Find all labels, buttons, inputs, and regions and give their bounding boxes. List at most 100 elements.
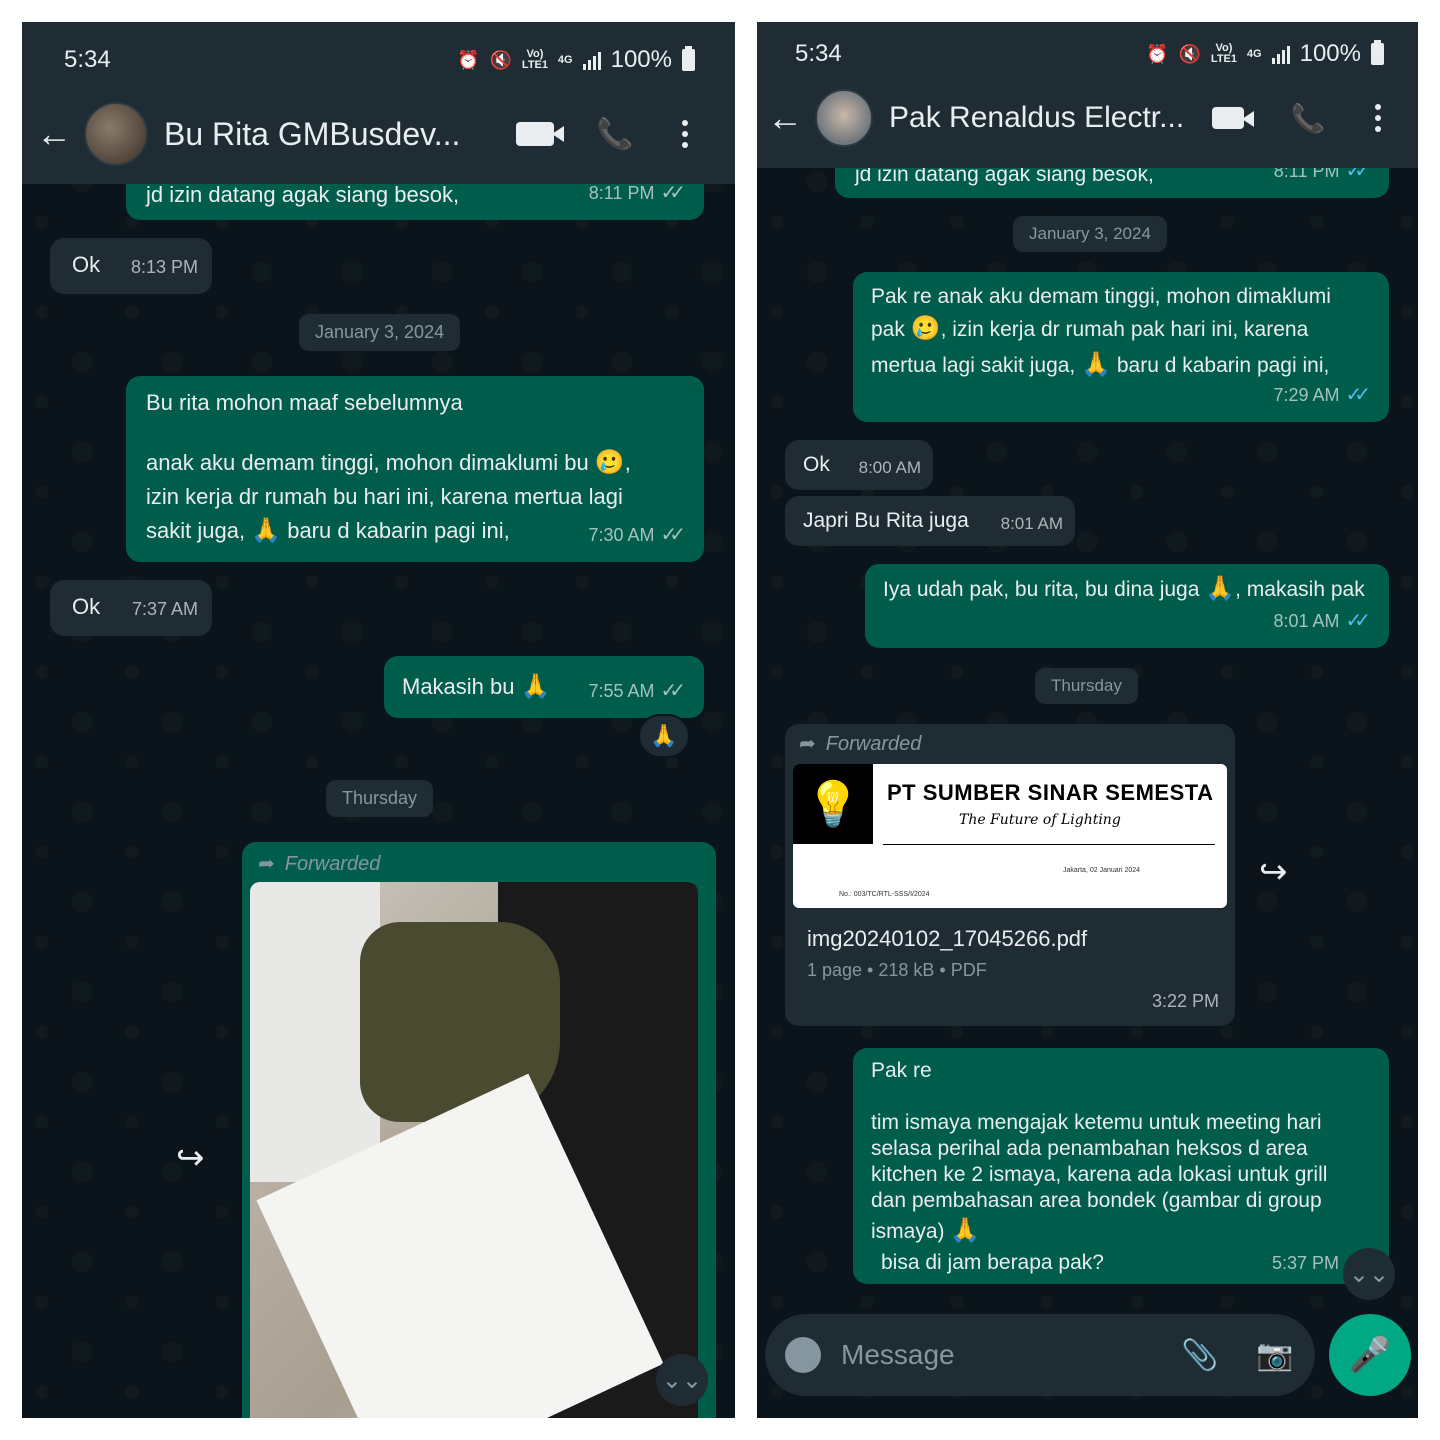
double-check-icon: ✓✓: [660, 680, 685, 702]
status-time: 5:34: [795, 40, 842, 67]
forwarded-document-message[interactable]: ➦ Forwarded 💡 PT SUMBER SINAR SEMESTA Th…: [785, 724, 1235, 1026]
message-text: mertua lagi sakit juga,: [871, 354, 1076, 377]
voice-message-button[interactable]: 🎤: [1329, 1314, 1411, 1396]
message-text: Iya udah pak, bu rita, bu dina juga: [883, 578, 1200, 601]
document-preview[interactable]: 💡 PT SUMBER SINAR SEMESTA The Future of …: [793, 764, 1227, 908]
back-arrow-icon[interactable]: ←: [767, 97, 815, 139]
scroll-down-button[interactable]: ⌄⌄: [1343, 1248, 1395, 1300]
app-header: 5:34 ⏰ 🔇 Vo) LTE1 4G 100% ← Pak Renaldus…: [757, 22, 1418, 168]
status-time: 5:34: [64, 46, 111, 73]
message-time: 8:01 AM: [1000, 514, 1063, 533]
message-time: 7:37 AM: [131, 599, 198, 619]
lightbulb-logo-icon: 💡: [793, 764, 873, 844]
video-camera-icon: [516, 122, 564, 146]
forwarded-label: Forwarded: [825, 733, 922, 755]
reaction-badge[interactable]: 🙏: [638, 714, 690, 758]
doc-meta: 1 page • 218 kB • PDF: [807, 960, 987, 980]
doc-divider: [883, 844, 1215, 845]
forward-icon: ➦: [799, 733, 816, 755]
message-text: tim ismaya mengajak ketemu untuk meeting…: [871, 1111, 1322, 1134]
message-bubble[interactable]: Ok 7:37 AM: [50, 580, 212, 636]
camera-icon[interactable]: 📷: [1235, 1338, 1315, 1373]
message-text: baru d kabarin pagi ini,: [287, 518, 510, 543]
message-bubble[interactable]: Bu rita mohon maaf sebelumnya anak aku d…: [126, 376, 704, 562]
share-icon[interactable]: ↪: [176, 1138, 205, 1178]
message-text: baru d kabarin pagi ini,: [1116, 354, 1330, 377]
date-separator: January 3, 2024: [299, 314, 461, 351]
message-bubble[interactable]: Pak re tim ismaya mengajak ketemu untuk …: [853, 1048, 1389, 1284]
phone-icon: 📞: [1290, 102, 1326, 134]
share-icon[interactable]: ↪: [1259, 852, 1288, 892]
message-text: , izin kerja dr rumah pak hari ini, kare…: [940, 318, 1309, 341]
chevron-down-icon: ⌄⌄: [661, 1366, 703, 1394]
message-text: bisa di jam berapa pak?: [881, 1251, 1104, 1274]
attach-icon[interactable]: 📎: [1165, 1338, 1235, 1373]
voice-call-button[interactable]: 📞: [1268, 102, 1348, 135]
voice-call-button[interactable]: 📞: [575, 117, 655, 152]
volte-indicator: Vo) LTE1: [521, 48, 548, 71]
video-call-button[interactable]: [1188, 107, 1268, 129]
praying-hands-icon: 🙏: [1205, 575, 1236, 602]
emoji-icon[interactable]: [785, 1337, 821, 1373]
message-text: dan pembahasan area bondek (gambar di gr…: [871, 1189, 1322, 1212]
contact-name[interactable]: Pak Renaldus Electr...: [889, 101, 1188, 135]
date-separator: Thursday: [1035, 668, 1138, 704]
message-text: Ok: [72, 252, 101, 277]
praying-hands-icon: 🙏: [650, 723, 678, 748]
message-text: selasa perihal ada penambahan heksos d a…: [871, 1137, 1308, 1160]
praying-hands-icon: 🙏: [251, 517, 282, 544]
message-composer[interactable]: Message 📎 📷: [765, 1314, 1315, 1396]
message-text: sakit juga,: [146, 518, 246, 543]
phone-icon: 📞: [596, 117, 634, 151]
double-check-read-icon: ✓✓: [1345, 384, 1370, 406]
chevron-down-icon: ⌄⌄: [1348, 1260, 1390, 1288]
avatar[interactable]: [815, 89, 873, 147]
double-check-icon: ✓✓: [660, 524, 685, 546]
right-screenshot: jd izin datang agak siang besok, 8:11 PM…: [757, 22, 1418, 1418]
message-bubble[interactable]: Japri Bu Rita juga 8:01 AM: [785, 496, 1075, 546]
message-text: ismaya): [871, 1220, 945, 1243]
message-bubble[interactable]: Ok 8:13 PM: [50, 238, 212, 294]
doc-number: No.: 003/TC/RTL-SSS/I/2024: [839, 891, 930, 898]
message-text: Ok: [72, 594, 101, 619]
message-time: 7:55 AM: [588, 681, 655, 701]
video-call-button[interactable]: [495, 122, 575, 146]
forwarded-image-message[interactable]: ➦ Forwarded: [242, 842, 716, 1418]
chat-header: ← Pak Renaldus Electr... 📞: [757, 78, 1418, 158]
message-bubble[interactable]: Pak re anak aku demam tinggi, mohon dima…: [853, 272, 1389, 422]
forward-icon: ➦: [258, 853, 275, 875]
contact-name[interactable]: Bu Rita GMBusdev...: [164, 116, 495, 153]
status-bar: 5:34 ⏰ 🔇 Vo) LTE1 4G 100%: [22, 46, 735, 82]
doc-place-date: Jakarta, 02 Januari 2024: [1063, 867, 1141, 874]
alarm-icon: ⏰: [457, 49, 480, 70]
back-arrow-icon[interactable]: ←: [36, 113, 84, 155]
message-text: Pak re: [871, 1059, 932, 1082]
avatar[interactable]: [84, 102, 148, 166]
message-bubble[interactable]: Iya udah pak, bu rita, bu dina juga 🙏, m…: [865, 564, 1389, 648]
forwarded-photo[interactable]: [250, 882, 698, 1418]
network-type: 4G: [557, 53, 573, 66]
message-time: 8:00 AM: [858, 458, 921, 477]
message-text: kitchen ke 2 ismaya, karena ada lokasi u…: [871, 1163, 1328, 1186]
chat-header: ← Bu Rita GMBusdev... 📞: [22, 94, 735, 174]
message-text: pak: [871, 318, 905, 341]
message-text: Pak re anak aku demam tinggi, mohon dima…: [871, 285, 1331, 308]
message-time: 3:22 PM: [1151, 991, 1219, 1011]
message-input[interactable]: Message: [841, 1339, 1165, 1371]
battery-icon: [682, 46, 695, 71]
signal-icon: [582, 50, 601, 70]
message-time: 7:29 AM: [1273, 385, 1340, 405]
message-text: Japri Bu Rita juga: [803, 509, 969, 532]
forwarded-label: Forwarded: [284, 853, 381, 875]
more-options-button[interactable]: [655, 120, 715, 148]
praying-hands-icon: 🙏: [1081, 351, 1112, 378]
message-bubble[interactable]: Makasih bu 🙏 7:55 AM ✓✓: [384, 656, 704, 718]
battery-icon: [1371, 40, 1384, 65]
more-options-button[interactable]: [1348, 104, 1408, 132]
scroll-down-button[interactable]: ⌄⌄: [656, 1354, 708, 1406]
status-bar: 5:34 ⏰ 🔇 Vo) LTE1 4G 100%: [757, 40, 1418, 76]
double-check-read-icon: ✓✓: [1345, 610, 1370, 632]
message-bubble[interactable]: Ok 8:00 AM: [785, 440, 933, 490]
left-screenshot: jd izin datang agak siang besok, 8:11 PM…: [22, 22, 735, 1418]
mic-icon: 🎤: [1348, 1336, 1392, 1374]
